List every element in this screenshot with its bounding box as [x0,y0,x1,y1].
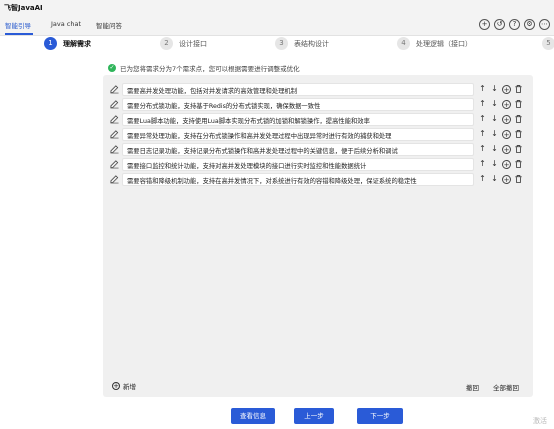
edit-icon[interactable] [110,144,119,154]
edit-icon[interactable] [110,99,119,109]
add-circle-icon[interactable]: + [502,145,511,154]
row-actions: ↑ ↓ + [478,129,523,139]
add-circle-icon[interactable]: + [502,160,511,169]
requirement-input[interactable]: 需要高并发处理功能，包括对并发请求的高效管理和处理机制 [122,83,474,96]
step-2[interactable]: 2 设计接口 [160,37,207,50]
arrow-down-icon[interactable]: ↓ [490,159,499,169]
undo-button[interactable]: 撤回 [466,382,479,392]
step-3[interactable]: 3 表结构设计 [275,37,329,50]
arrow-down-icon[interactable]: ↓ [490,144,499,154]
top-toolbar: + ↺ ? ⚙ ⋯ [479,19,550,30]
delete-icon[interactable] [514,159,523,169]
status-notice: ✓ 已为您将需求分为7个需求点，您可以根据需要进行调整或优化 [108,63,300,73]
arrow-down-icon[interactable]: ↓ [490,114,499,124]
add-circle-icon[interactable]: + [502,115,511,124]
next-step-button[interactable]: 下一步 [357,408,403,424]
add-circle-icon[interactable]: + [502,175,511,184]
step-number: 4 [397,37,410,50]
requirements-panel: 需要高并发处理功能，包括对并发请求的高效管理和处理机制 ↑ ↓ + 需要分布式锁… [103,75,533,397]
help-icon[interactable]: ? [509,19,520,30]
requirement-row: 需要分布式锁功能，支持基于Redis的分布式锁实现，确保数据一致性 ↑ ↓ + [107,98,531,111]
step-label: 理解需求 [63,39,91,48]
edit-icon[interactable] [110,84,119,94]
step-4[interactable]: 4 处理逻辑（接口） [397,37,472,50]
app-title: 飞智JavaAI [4,4,43,12]
arrow-up-icon[interactable]: ↑ [478,114,487,124]
step-label: 处理逻辑（接口） [416,39,472,48]
more-icon[interactable]: ⋯ [539,19,550,30]
row-actions: ↑ ↓ + [478,144,523,154]
activation-watermark: 激活 [533,417,547,425]
step-label: 表结构设计 [294,39,329,48]
tab-qa[interactable]: 智能问答 [96,20,122,30]
notice-text: 已为您将需求分为7个需求点，您可以根据需要进行调整或优化 [120,65,300,73]
step-number: 5 [542,37,554,50]
row-actions: ↑ ↓ + [478,99,523,109]
requirement-row: 需要日志记录功能，支持记录分布式锁操作和高并发处理过程中的关键信息，便于后续分析… [107,143,531,156]
requirement-input[interactable]: 需要异常处理功能，支持在分布式锁操作和高并发处理过程中出现异常时进行有效的捕获和… [122,128,474,141]
add-circle-icon[interactable]: + [502,85,511,94]
requirement-input[interactable]: 需要日志记录功能，支持记录分布式锁操作和高并发处理过程中的关键信息，便于后续分析… [122,143,474,156]
title-bar: 飞智JavaAI [0,0,554,14]
view-info-button[interactable]: 查看信息 [231,408,275,424]
requirement-row: 需要接口监控和统计功能，支持对高并发处理模块的接口进行实时监控和性能数据统计 ↑… [107,158,531,171]
step-5[interactable]: 5 [542,37,554,50]
tab-bar: 智能引导 Java chat 智能问答 + ↺ ? ⚙ ⋯ [0,14,554,36]
row-actions: ↑ ↓ + [478,159,523,169]
requirement-input[interactable]: 需要容错和降级机制功能，支持在高并发情况下，对系统进行有效的容错和降级处理，保证… [122,173,474,186]
arrow-down-icon[interactable]: ↓ [490,129,499,139]
requirement-row: 需要异常处理功能，支持在分布式锁操作和高并发处理过程中出现异常时进行有效的捕获和… [107,128,531,141]
delete-icon[interactable] [514,114,523,124]
delete-icon[interactable] [514,174,523,184]
arrow-up-icon[interactable]: ↑ [478,159,487,169]
delete-icon[interactable] [514,99,523,109]
delete-icon[interactable] [514,84,523,94]
add-label: 新增 [123,383,136,391]
requirement-row: 需要高并发处理功能，包括对并发请求的高效管理和处理机制 ↑ ↓ + [107,83,531,96]
history-icon[interactable]: ↺ [494,19,505,30]
edit-icon[interactable] [110,129,119,139]
step-number: 2 [160,37,173,50]
edit-icon[interactable] [110,159,119,169]
row-actions: ↑ ↓ + [478,174,523,184]
arrow-down-icon[interactable]: ↓ [490,99,499,109]
step-label: 设计接口 [179,39,207,48]
step-1[interactable]: 1 理解需求 [44,37,91,50]
row-actions: ↑ ↓ + [478,114,523,124]
step-number: 1 [44,37,57,50]
edit-icon[interactable] [110,114,119,124]
arrow-up-icon[interactable]: ↑ [478,129,487,139]
add-circle-icon[interactable]: + [479,19,490,30]
add-circle-icon[interactable]: + [502,130,511,139]
arrow-up-icon[interactable]: ↑ [478,144,487,154]
delete-icon[interactable] [514,144,523,154]
arrow-down-icon[interactable]: ↓ [490,84,499,94]
tab-guide[interactable]: 智能引导 [5,20,31,30]
requirement-row: 需要容错和降级机制功能，支持在高并发情况下，对系统进行有效的容错和降级处理，保证… [107,173,531,186]
arrow-up-icon[interactable]: ↑ [478,174,487,184]
edit-icon[interactable] [110,174,119,184]
prev-step-button[interactable]: 上一步 [294,408,334,424]
settings-icon[interactable]: ⚙ [524,19,535,30]
requirement-input[interactable]: 需要接口监控和统计功能，支持对高并发处理模块的接口进行实时监控和性能数据统计 [122,158,474,171]
stepper: 1 理解需求 2 设计接口 3 表结构设计 4 处理逻辑（接口） 5 [0,37,554,53]
step-number: 3 [275,37,288,50]
row-actions: ↑ ↓ + [478,84,523,94]
add-circle-icon[interactable]: + [502,100,511,109]
undo-all-button[interactable]: 全部撤回 [493,382,519,392]
arrow-down-icon[interactable]: ↓ [490,174,499,184]
delete-icon[interactable] [514,129,523,139]
requirement-input[interactable]: 需要Lua脚本功能，支持使用Lua脚本实现分布式锁的加锁和解锁操作，提高性能和效… [122,113,474,126]
arrow-up-icon[interactable]: ↑ [478,84,487,94]
add-circle-icon: + [112,382,120,390]
active-tab-indicator [5,33,33,35]
arrow-up-icon[interactable]: ↑ [478,99,487,109]
requirement-row: 需要Lua脚本功能，支持使用Lua脚本实现分布式锁的加锁和解锁操作，提高性能和效… [107,113,531,126]
add-requirement-button[interactable]: + 新增 [112,381,136,391]
check-circle-icon: ✓ [108,64,116,72]
requirement-input[interactable]: 需要分布式锁功能，支持基于Redis的分布式锁实现，确保数据一致性 [122,98,474,111]
tab-java-chat[interactable]: Java chat [51,20,81,28]
